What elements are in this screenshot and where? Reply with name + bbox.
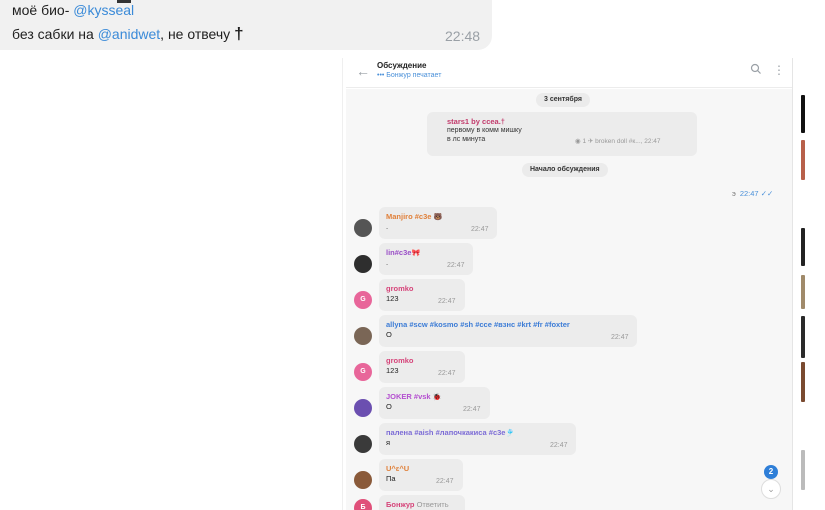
divider bbox=[792, 58, 793, 510]
pinned-post-line2: в лс минута bbox=[447, 136, 486, 143]
side-thumbnail[interactable] bbox=[801, 140, 805, 180]
message-bubble[interactable]: Manjiro #c3e 🐻 . 22:47 bbox=[379, 207, 497, 239]
avatar[interactable] bbox=[354, 435, 372, 453]
pinned-post-meta: ◉ 1 ✈ broken doll #к..., 22:47 bbox=[575, 138, 661, 145]
side-thumbnail[interactable] bbox=[801, 275, 805, 309]
avatar[interactable] bbox=[354, 219, 372, 237]
side-thumbnail[interactable] bbox=[801, 450, 805, 490]
message-text: . bbox=[386, 222, 389, 231]
sender-name[interactable]: Manjiro #c3e 🐻 bbox=[386, 212, 442, 221]
message-text: О bbox=[386, 330, 392, 339]
screen: моё био- @kysseal без сабки на @anidwet,… bbox=[0, 0, 825, 510]
mention-link-anidwet[interactable]: @anidwet bbox=[98, 26, 160, 42]
outer-line2-suffix: , не отвечу bbox=[160, 26, 231, 42]
side-thumbnail[interactable] bbox=[801, 316, 805, 358]
divider bbox=[342, 58, 343, 510]
outer-message-time: 22:48 bbox=[445, 28, 481, 44]
cross-icon: † bbox=[234, 24, 244, 43]
sender-name[interactable]: палена #aish #лапочкакиса #c3e🎐 bbox=[386, 428, 514, 437]
message-bubble[interactable]: U^ε^U Па 22:47 bbox=[379, 459, 463, 491]
outer-line1-text: моё био- bbox=[12, 2, 74, 18]
search-icon[interactable] bbox=[750, 63, 762, 77]
sender-name[interactable]: allyna #scw #kosmo #sh #cce #взнс #krt #… bbox=[386, 320, 570, 329]
own-message-text: э bbox=[732, 189, 736, 198]
side-thumbnail[interactable] bbox=[801, 228, 805, 266]
discussion-title: Обсуждение bbox=[377, 61, 427, 70]
message-bubble[interactable]: gromko 123 22:47 bbox=[379, 279, 465, 311]
avatar[interactable] bbox=[354, 471, 372, 489]
message-bubble[interactable]: allyna #scw #kosmo #sh #cce #взнс #krt #… bbox=[379, 315, 637, 347]
chevron-down-icon[interactable]: ⌄ bbox=[761, 479, 781, 499]
message-bubble[interactable]: JOKER #vsk 🐞 О 22:47 bbox=[379, 387, 490, 419]
discussion-panel: ← Обсуждение ••• Бонжур печатает ⋮ 3 сен… bbox=[346, 58, 792, 510]
pinned-post[interactable]: stars1 by ccea.† первому в комм мишку в … bbox=[427, 112, 697, 156]
message-text: я bbox=[386, 438, 391, 447]
back-arrow-icon[interactable]: ← bbox=[356, 63, 370, 79]
message-time: 22:47 bbox=[463, 406, 481, 413]
message-bubble[interactable]: Бонжур Ответить bbox=[379, 495, 465, 510]
message-text: О bbox=[386, 402, 392, 411]
typing-status: ••• Бонжур печатает bbox=[377, 72, 442, 79]
own-message-time: 22:47 bbox=[739, 189, 759, 198]
message-time: 22:47 bbox=[436, 478, 454, 485]
side-thumbnail[interactable] bbox=[801, 362, 805, 402]
message-bubble[interactable]: lin#c3e🎀 . 22:47 bbox=[379, 243, 473, 275]
sender-name[interactable]: lin#c3e🎀 bbox=[386, 248, 420, 257]
avatar[interactable]: Б bbox=[354, 499, 372, 510]
message-bubble[interactable]: gromko 123 22:47 bbox=[379, 351, 465, 383]
sender-name[interactable]: JOKER #vsk 🐞 bbox=[386, 392, 441, 401]
mention-link-kysseal[interactable]: @kysseal bbox=[73, 2, 134, 18]
message-time: 22:47 bbox=[471, 226, 489, 233]
side-thumbnail[interactable] bbox=[801, 95, 805, 133]
avatar[interactable] bbox=[354, 255, 372, 273]
avatar[interactable] bbox=[354, 399, 372, 417]
message-list[interactable]: 3 сентября stars1 by ccea.† первому в ко… bbox=[346, 89, 792, 510]
double-check-icon: ✓✓ bbox=[760, 189, 774, 198]
sender-name[interactable]: Бонжур Ответить bbox=[386, 500, 449, 509]
pinned-post-title: stars1 by ccea.† bbox=[447, 117, 505, 126]
sender-name[interactable]: gromko bbox=[386, 284, 414, 293]
reply-link[interactable]: Ответить bbox=[417, 500, 449, 509]
message-text: 123 bbox=[386, 294, 399, 303]
date-chip: 3 сентября bbox=[536, 93, 590, 107]
discussion-header: ← Обсуждение ••• Бонжур печатает ⋮ bbox=[346, 58, 792, 88]
message-time: 22:47 bbox=[611, 334, 629, 341]
more-menu-icon[interactable]: ⋮ bbox=[773, 64, 785, 76]
outer-message-bubble: моё био- @kysseal без сабки на @anidwet,… bbox=[0, 0, 492, 50]
discussion-start-chip: Начало обсуждения bbox=[522, 163, 608, 177]
sender-name[interactable]: U^ε^U bbox=[386, 464, 409, 473]
message-text: . bbox=[386, 258, 389, 267]
own-message-status: э 22:47 ✓✓ bbox=[732, 189, 773, 198]
unread-badge: 2 bbox=[764, 465, 778, 479]
message-text: Па bbox=[386, 474, 396, 483]
avatar[interactable] bbox=[354, 327, 372, 345]
pinned-post-line1: первому в комм мишку bbox=[447, 127, 522, 134]
avatar[interactable]: G bbox=[354, 363, 372, 381]
message-time: 22:47 bbox=[447, 262, 465, 269]
sender-name[interactable]: gromko bbox=[386, 356, 414, 365]
message-text: 123 bbox=[386, 366, 399, 375]
message-time: 22:47 bbox=[438, 370, 456, 377]
message-time: 22:47 bbox=[438, 298, 456, 305]
avatar[interactable]: G bbox=[354, 291, 372, 309]
outer-message-line1: моё био- @kysseal bbox=[12, 2, 134, 18]
message-time: 22:47 bbox=[550, 442, 568, 449]
outer-line2-text: без сабки на bbox=[12, 26, 98, 42]
message-bubble[interactable]: палена #aish #лапочкакиса #c3e🎐 я 22:47 bbox=[379, 423, 576, 455]
outer-message-line2: без сабки на @anidwet, не отвечу † bbox=[12, 24, 244, 44]
